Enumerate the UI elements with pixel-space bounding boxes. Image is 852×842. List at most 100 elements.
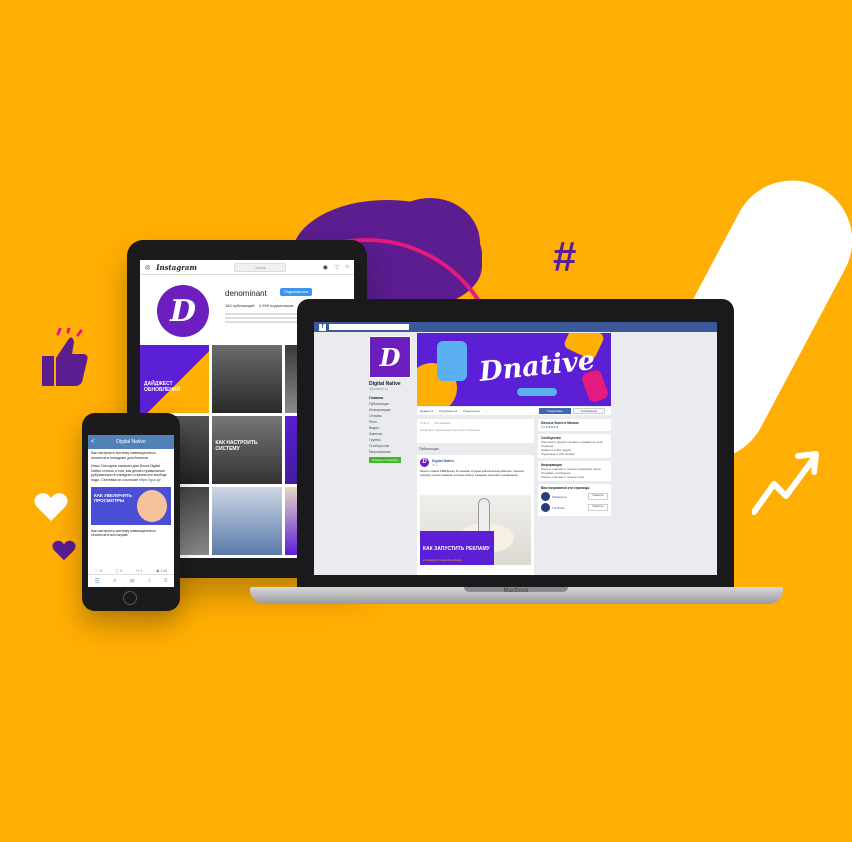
menu-icon[interactable]: ≡ [164, 578, 168, 584]
avatar[interactable]: D [157, 285, 209, 337]
profile-icon[interactable]: ○ [345, 264, 349, 270]
hashtag-icon: # [553, 233, 577, 280]
views-count: ◉ 126 [155, 568, 168, 573]
post-composer[interactable]: Статус Фото/видео Напишите публикацию дл… [417, 419, 534, 443]
follow-page-button[interactable]: Подписаться [439, 409, 457, 413]
suggested-page-avatar[interactable] [541, 492, 550, 501]
laptop-device: f D Digital Native @dnative.ru Главная П… [297, 299, 734, 587]
followers-count: Подписаны 2 346 человек [541, 452, 575, 456]
banner-title: КАК ЗАПУСТИТЬ РЕКЛАМУ [423, 545, 490, 552]
share-button[interactable]: ↪ 1 [136, 568, 143, 573]
heart-icon-white [34, 493, 68, 521]
cover-hand-shape [437, 341, 467, 381]
suggested-page-avatar[interactable] [541, 503, 550, 512]
banner-subtitle: в Instagram через Facebook [423, 558, 462, 562]
bottom-nav: ☰ ⌕ ✉ ♪ ≡ [88, 574, 174, 587]
post-actions: ♡ 8 ▢ 3 ↪ 1 ◉ 126 [88, 568, 174, 573]
share-page-button[interactable]: Поделиться [463, 409, 480, 413]
tab-status[interactable]: Статус [420, 421, 429, 425]
compass-icon[interactable]: ◉ [323, 264, 328, 271]
suggested-pages-box: Вам понравятся эти страницы Malakeeva Нр… [538, 484, 611, 516]
image-caption: КАК УВЕЛИЧИТЬ ПРОСМОТРЫ [94, 492, 132, 503]
page-buttons: Подробнее Сообщение [539, 408, 605, 414]
news-icon[interactable]: ☰ [95, 578, 100, 585]
home-button[interactable] [123, 591, 137, 605]
promo-scene: # ◎ Instagram Поиск ◉ ♡ ○ D denominant П… [0, 0, 852, 842]
composer-tabs: Статус Фото/видео [420, 421, 531, 425]
suggested-page: TuttiPolla Нравится [541, 503, 608, 512]
suggested-page: Malakeeva Нравится [541, 492, 608, 501]
heart-outline-icon[interactable]: ♡ [334, 264, 339, 271]
page-handle: @dnative.ru [369, 387, 388, 391]
instagram-top-bar: ◎ Instagram Поиск ◉ ♡ ○ [140, 260, 354, 275]
post-image[interactable]: КАК ЗАПУСТИТЬ РЕКЛАМУ в Instagram через … [420, 495, 531, 565]
post-header: D Digital Native 21 ч [417, 455, 534, 470]
comment-button[interactable]: ▢ 3 [115, 568, 122, 573]
page-sidebar: D Digital Native @dnative.ru Главная Пуб… [369, 336, 414, 463]
like-button[interactable]: Нравится [588, 504, 608, 511]
vk-header: < Digital Native [88, 435, 174, 449]
page-menu: Главная Публикации Информация Отзывы Фот… [369, 395, 414, 455]
header-title: Digital Native [116, 439, 146, 445]
profile-stats: 164 публикаций 4 999 подписчиков [225, 303, 294, 308]
facebook-top-bar: f [314, 322, 717, 332]
vk-screen: < Digital Native Как настроить систему н… [88, 435, 174, 587]
community-invite-link[interactable]: Пригласите друзей поставить «Нравится» э… [541, 440, 608, 448]
post-title: Как настроить систему навигационных хешт… [91, 451, 156, 460]
facebook-screen: f D Digital Native @dnative.ru Главная П… [314, 322, 717, 575]
search-input[interactable]: Поиск [233, 262, 286, 272]
instagram-logo[interactable]: Instagram [156, 263, 197, 272]
message-button[interactable]: Сообщение [573, 408, 605, 414]
heart-icon-purple [52, 540, 76, 561]
notifications-icon[interactable]: ♪ [148, 578, 151, 584]
cover-shape [517, 388, 557, 396]
like-button[interactable]: ♡ 8 [95, 568, 102, 573]
grid-post[interactable] [212, 345, 282, 413]
cover-image: Dnative [417, 333, 611, 406]
search-input[interactable] [329, 324, 409, 330]
more-options-button[interactable]: ... [486, 409, 489, 413]
cover-logo-text: Dnative [477, 345, 597, 388]
rating-box: Личные блоги в Минске 5,0 ★★★★★ [538, 419, 611, 431]
laptop-brand: MacBook [503, 588, 529, 594]
suggested-page-name[interactable]: Malakeeva [552, 495, 586, 499]
community-box: Сообщество Пригласите друзей поставить «… [538, 434, 611, 458]
post-time: 21 ч [432, 462, 438, 467]
person-photo [137, 489, 167, 522]
camera-icon[interactable]: ◎ [145, 264, 150, 271]
facebook-logo[interactable]: f [319, 323, 326, 331]
followers-count: 4 999 подписчиков [258, 303, 294, 308]
grid-post[interactable] [212, 487, 282, 555]
post-avatar[interactable]: D [420, 458, 429, 467]
post-author[interactable]: Digital Native [432, 459, 454, 463]
rating-stars: 5,0 ★★★★★ [541, 425, 559, 429]
phone-device: < Digital Native Как настроить систему н… [82, 413, 180, 611]
thumbs-up-icon [42, 328, 88, 386]
composer-input[interactable]: Напишите публикацию для этой Страницы [420, 428, 480, 432]
post-body: Илья Спесарев написал для блога Digital … [91, 464, 167, 482]
like-button[interactable]: Нравится [588, 493, 608, 500]
create-page-button[interactable]: Создать Страницу [369, 457, 401, 463]
profile-username: denominant [225, 289, 267, 298]
follow-button[interactable]: Подписаться [280, 288, 312, 296]
right-column: Личные блоги в Минске 5,0 ★★★★★ Сообщест… [538, 419, 611, 519]
tab-photo[interactable]: Фото/видео [434, 421, 450, 425]
info-box: Информация Обычно отвечает в течение нес… [538, 461, 611, 481]
posts-count: 164 публикаций [225, 303, 255, 308]
post-image[interactable]: КАК УВЕЛИЧИТЬ ПРОСМОТРЫ [91, 486, 171, 525]
avatar[interactable]: D [369, 336, 411, 378]
back-icon[interactable]: < [91, 439, 95, 445]
feed-post: D Digital Native 21 ч Украли топовую SMM… [417, 455, 534, 575]
post-text: Украли топовую SMM-фишку 10 приемов, кот… [420, 470, 524, 477]
messages-icon[interactable]: ✉ [130, 578, 135, 585]
grid-post[interactable]: ДАЙДЖЕСТ ОБНОВЛЕНИЙ [140, 345, 210, 413]
like-page-button[interactable]: Нравится [420, 409, 433, 413]
menu-item[interactable]: Мероприятия [369, 449, 414, 455]
grid-post[interactable]: КАК НАСТРОИТЬ СИСТЕМУ [212, 416, 282, 484]
card-text[interactable]: Как настроить систему навигационных хешт… [88, 527, 174, 540]
search-icon[interactable]: ⌕ [113, 578, 116, 585]
trend-arrow-icon [752, 451, 819, 515]
learn-more-button[interactable]: Подробнее [539, 408, 571, 414]
suggested-page-name[interactable]: TuttiPolla [552, 506, 586, 510]
post-link[interactable]: https://goo.gl/ [139, 478, 161, 482]
